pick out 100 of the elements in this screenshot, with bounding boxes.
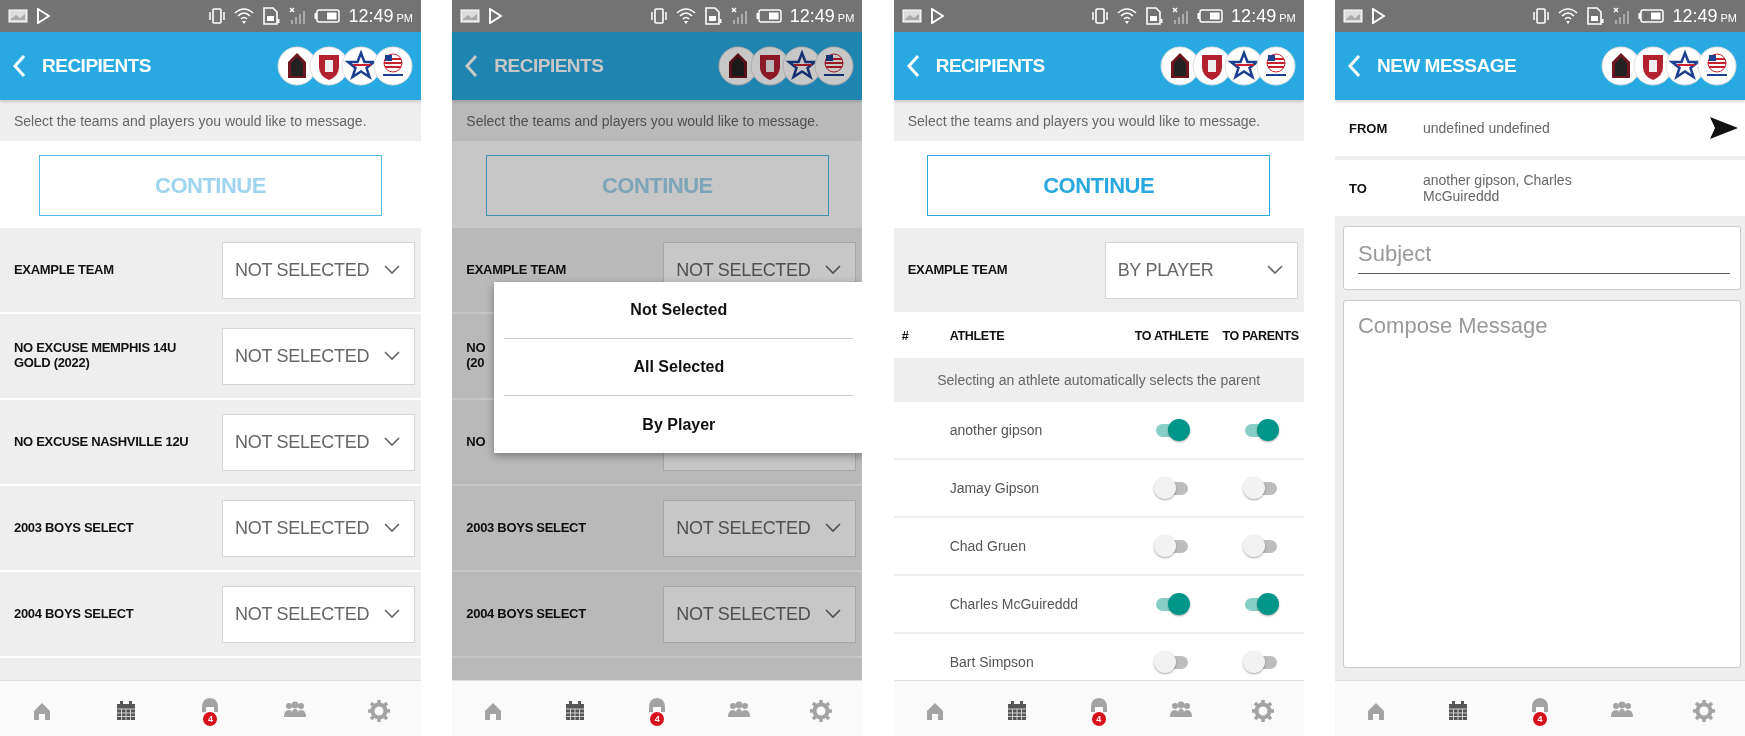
sim-card-icon <box>1586 7 1605 25</box>
sim-card-icon <box>262 7 281 25</box>
calendar-icon[interactable] <box>1446 698 1470 723</box>
vibrate-icon <box>1091 8 1110 24</box>
notification-count: 4 <box>1533 711 1547 726</box>
image-icon <box>1343 8 1363 24</box>
clock-period: PM <box>1279 12 1296 24</box>
team-name: NO <box>466 434 486 450</box>
back-icon[interactable] <box>905 54 920 78</box>
signal-icon <box>1171 7 1190 25</box>
settings-icon[interactable] <box>809 698 834 723</box>
team-name: 2004 BOYS SELECT <box>466 606 586 622</box>
back-icon[interactable] <box>12 54 26 78</box>
settings-icon[interactable] <box>366 698 391 723</box>
chevron-icon <box>384 437 400 447</box>
clock-time: 12:49 <box>348 5 394 27</box>
sim-card-icon <box>703 7 722 25</box>
screen-title: RECIPIENTS <box>935 55 1046 77</box>
image-icon <box>460 8 481 24</box>
chevron-icon <box>1266 265 1283 275</box>
clock-period: PM <box>396 12 413 24</box>
settings-icon[interactable] <box>1250 698 1275 723</box>
recipient-names: another gipson, Charles McGuireddd <box>1423 171 1573 205</box>
chevron-icon <box>825 523 842 533</box>
team-name: NO EXCUSE NASHVILLE 12U <box>14 434 189 450</box>
notification-count: 4 <box>1091 711 1106 726</box>
team-name: NO EXCUSE MEMPHIS 14U GOLD (2022) <box>14 341 177 371</box>
chevron-icon <box>384 609 400 619</box>
team-name: 2004 BOYS SELECT <box>14 606 134 622</box>
sender-name: undefined undefined <box>1423 120 1551 136</box>
team-dropdown[interactable]: NOT SELECTED <box>222 413 415 471</box>
clock-time: 12:49 <box>1231 5 1277 27</box>
instruction-text: Select the teams and players you would like to message. <box>907 113 1262 129</box>
athlete-name: Charles McGuireddd <box>949 596 1080 612</box>
athlete-name: another gipson <box>949 422 1044 438</box>
chevron-icon <box>384 265 400 275</box>
vibrate-icon <box>1532 8 1551 24</box>
instruction-text: Select the teams and players you would like to message. <box>14 113 368 129</box>
team-name: EXAMPLE TEAM <box>14 262 114 278</box>
athlete-name: Bart Simpson <box>949 654 1035 670</box>
athlete-name: Chad Gruen <box>949 538 1027 554</box>
team-dropdown[interactable]: NOT SELECTED <box>663 499 857 557</box>
message-field[interactable]: Compose Message <box>1343 300 1741 668</box>
screen-title: RECIPIENTS <box>494 55 605 77</box>
battery-icon <box>1197 9 1224 23</box>
battery-icon <box>314 9 341 23</box>
image-icon <box>8 8 28 24</box>
notification-count: 4 <box>650 711 665 726</box>
column-header: ATHLETE <box>949 329 1005 343</box>
dialog-option[interactable]: Not Selected <box>504 282 854 339</box>
wifi-icon <box>675 7 696 25</box>
sim-card-icon <box>1145 7 1164 25</box>
clock-time: 12:49 <box>1672 5 1718 27</box>
play-icon <box>929 8 944 24</box>
settings-icon[interactable] <box>1692 698 1716 723</box>
play-icon <box>36 8 50 24</box>
play-icon <box>1371 8 1385 24</box>
toggle-switch[interactable] <box>1242 476 1279 500</box>
chevron-icon <box>384 523 400 533</box>
team-name: 2003 BOYS SELECT <box>14 520 134 536</box>
team-dropdown[interactable]: NOT SELECTED <box>222 499 415 557</box>
battery-icon <box>755 9 782 23</box>
instruction-text: Select the teams and players you would like to message. <box>466 113 820 129</box>
team-dropdown[interactable]: NOT SELECTED <box>222 327 415 385</box>
flag-logo-icon <box>1255 46 1296 86</box>
column-header: TO ATHLETE <box>1134 329 1209 343</box>
team-name: EXAMPLE TEAM <box>466 262 566 278</box>
toggle-switch[interactable] <box>1242 650 1279 674</box>
toggle-switch[interactable] <box>1153 476 1190 500</box>
back-icon[interactable] <box>1347 54 1361 78</box>
play-icon <box>488 8 503 24</box>
team-name: EXAMPLE TEAM <box>907 262 1008 278</box>
battery-icon <box>1638 9 1665 23</box>
flag-logo-icon <box>373 46 413 86</box>
team-dropdown[interactable]: BY PLAYER <box>1104 241 1298 299</box>
team-dropdown[interactable]: NOT SELECTED <box>222 585 415 643</box>
athlete-name: Jamay Gipson <box>949 480 1041 496</box>
wifi-icon <box>1117 7 1138 25</box>
screen-title: NEW MESSAGE <box>1377 55 1518 77</box>
send-icon[interactable] <box>1709 116 1739 140</box>
team-dropdown[interactable]: NOT SELECTED <box>222 241 415 299</box>
subject-field[interactable]: Subject <box>1343 226 1741 290</box>
toggle-switch[interactable] <box>1153 650 1190 674</box>
field-label: FROM <box>1349 120 1389 136</box>
wifi-icon <box>234 7 255 25</box>
screen-title: RECIPIENTS <box>42 55 153 77</box>
vibrate-icon <box>649 8 668 24</box>
toggle-switch[interactable] <box>1242 534 1279 558</box>
column-header: # <box>901 329 909 343</box>
flag-logo-icon <box>814 46 855 86</box>
chevron-icon <box>825 265 842 275</box>
signal-icon <box>1612 7 1631 25</box>
back-icon[interactable] <box>464 54 479 78</box>
flag-logo-icon <box>1697 46 1737 86</box>
team-dropdown[interactable]: NOT SELECTED <box>663 585 857 643</box>
notification-count: 4 <box>203 711 218 726</box>
chevron-icon <box>825 609 842 619</box>
image-icon <box>901 8 922 24</box>
toggle-switch[interactable] <box>1153 534 1190 558</box>
team-name: 2003 BOYS SELECT <box>466 520 586 536</box>
